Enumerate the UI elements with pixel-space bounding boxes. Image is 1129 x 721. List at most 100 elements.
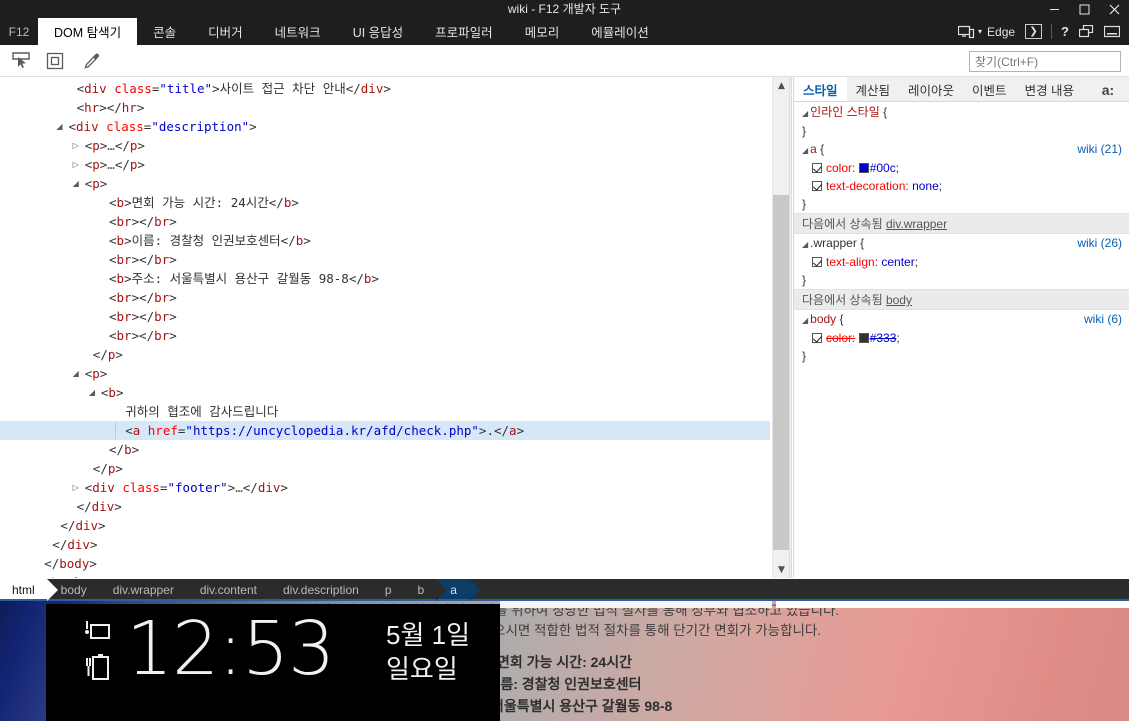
dom-tree-row[interactable]: ◢ <div class="description"> xyxy=(0,117,770,136)
inherited-source-link[interactable]: body xyxy=(886,293,912,307)
breadcrumb-item[interactable]: html xyxy=(0,579,58,601)
dom-tree-row[interactable]: </p> xyxy=(0,345,770,364)
style-rule-header[interactable]: ◢ a {wiki (21) xyxy=(794,140,1129,159)
dom-tree-row[interactable]: </p> xyxy=(0,459,770,478)
pseudo-class-button[interactable]: a: xyxy=(1095,80,1121,100)
tab-ui-responsiveness[interactable]: UI 응답성 xyxy=(337,18,419,45)
expand-arrow-open-icon[interactable]: ◢ xyxy=(71,174,81,193)
browser-target-selector[interactable]: ▾ Edge xyxy=(953,18,1020,45)
style-declaration[interactable]: text-decoration: none; xyxy=(794,177,1129,195)
detach-window-button[interactable] xyxy=(1074,18,1099,45)
dom-tree-row[interactable]: </div> xyxy=(0,516,770,535)
tab-debugger[interactable]: 디버거 xyxy=(192,18,259,45)
dom-tree-row[interactable]: ◢ <b> xyxy=(0,383,770,402)
style-declaration[interactable]: color: #00c; xyxy=(794,159,1129,177)
expand-arrow-open-icon[interactable]: ◢ xyxy=(71,364,81,383)
dom-tree-row[interactable]: ▷ <div class="footer">…</div> xyxy=(0,478,770,497)
maximize-button[interactable] xyxy=(1069,0,1099,18)
search-input[interactable] xyxy=(969,51,1121,72)
style-rule-source[interactable]: wiki (6) xyxy=(1084,310,1122,329)
dom-tree-row[interactable]: <br></br> xyxy=(0,326,770,345)
dom-tree-scrollbar[interactable]: ▲ ▼ xyxy=(772,77,789,578)
minimize-button[interactable] xyxy=(1039,0,1069,18)
panel-splitter[interactable] xyxy=(789,77,792,578)
style-rule-header[interactable]: ◢ 인라인 스타일 { xyxy=(794,103,1129,122)
dom-tree-row[interactable]: <a href="https://uncyclopedia.kr/afd/che… xyxy=(0,421,770,440)
dock-position-button[interactable] xyxy=(1099,18,1125,45)
close-button[interactable] xyxy=(1099,0,1129,18)
help-button[interactable]: ? xyxy=(1056,18,1074,45)
dom-tree-row[interactable]: <br></br> xyxy=(0,250,770,269)
dom-tree-row[interactable]: </b> xyxy=(0,440,770,459)
breadcrumb-item[interactable]: div.content xyxy=(186,579,269,601)
expand-arrow-open-icon[interactable]: ◢ xyxy=(802,316,808,325)
color-picker-button[interactable] xyxy=(78,49,104,73)
dom-tree-row[interactable]: ▷ <p>…</p> xyxy=(0,136,770,155)
tab-emulation[interactable]: 에뮬레이션 xyxy=(575,18,665,45)
dom-tree-row[interactable]: <b>이름: 경찰청 인권보호센터</b> xyxy=(0,231,770,250)
dom-tree-row[interactable]: <div class="title">사이트 접근 차단 안내</div> xyxy=(0,79,770,98)
expand-arrow-open-icon[interactable]: ◢ xyxy=(87,383,97,402)
scroll-down-arrow-icon[interactable]: ▼ xyxy=(773,561,789,578)
tab-memory[interactable]: 메모리 xyxy=(509,18,576,45)
scroll-up-arrow-icon[interactable]: ▲ xyxy=(773,77,789,94)
declaration-checkbox[interactable] xyxy=(812,163,822,173)
tab-profiler[interactable]: 프로파일러 xyxy=(419,18,509,45)
declaration-property-name[interactable]: color: xyxy=(826,331,855,345)
breadcrumb-item[interactable]: div.wrapper xyxy=(99,579,186,601)
scrollbar-thumb[interactable] xyxy=(773,195,789,550)
dom-tree-row[interactable]: </html> xyxy=(0,573,770,578)
declaration-property-name[interactable]: text-decoration: xyxy=(826,179,909,193)
tab-changes[interactable]: 변경 내용 xyxy=(1016,77,1083,101)
breadcrumb-item[interactable]: b xyxy=(404,579,437,601)
dom-tree-row[interactable]: <br></br> xyxy=(0,212,770,231)
highlight-element-button[interactable] xyxy=(42,49,68,73)
tab-network[interactable]: 네트워크 xyxy=(259,18,337,45)
declaration-property-name[interactable]: text-align: xyxy=(826,255,878,269)
style-declaration[interactable]: color: #333; xyxy=(794,329,1129,347)
expand-arrow-open-icon[interactable]: ◢ xyxy=(802,240,808,249)
tab-styles[interactable]: 스타일 xyxy=(794,77,847,101)
dom-tree-row[interactable]: ◢ <p> xyxy=(0,174,770,193)
select-element-button[interactable] xyxy=(8,49,34,73)
dom-tree-row[interactable]: 귀하의 협조에 감사드립니다 xyxy=(0,402,770,421)
breadcrumb-item[interactable]: a xyxy=(436,579,480,601)
declaration-checkbox[interactable] xyxy=(812,257,822,267)
dom-tree-row[interactable]: <br></br> xyxy=(0,288,770,307)
declaration-checkbox[interactable] xyxy=(812,333,822,343)
tab-computed[interactable]: 계산됨 xyxy=(847,77,900,101)
dom-tree-rows[interactable]: <div class="title">사이트 접근 차단 안내</div> <hr… xyxy=(0,77,770,578)
dom-tree-row[interactable]: </body> xyxy=(0,554,770,573)
style-rule-header[interactable]: ◢ .wrapper {wiki (26) xyxy=(794,234,1129,253)
declaration-property-value[interactable]: none xyxy=(912,179,939,193)
dom-tree-row[interactable]: <br></br> xyxy=(0,307,770,326)
breadcrumb-item[interactable]: p xyxy=(371,579,404,601)
dom-tree-row[interactable]: ◢ <p> xyxy=(0,364,770,383)
declaration-checkbox[interactable] xyxy=(812,181,822,191)
dom-tree-row[interactable]: <hr></hr> xyxy=(0,98,770,117)
tab-dom-explorer[interactable]: DOM 탐색기 xyxy=(38,18,138,45)
inherited-source-link[interactable]: div.wrapper xyxy=(886,217,947,231)
console-toggle-button[interactable]: ❯ xyxy=(1020,18,1047,45)
dom-tree-row[interactable]: <b>면회 가능 시간: 24시간</b> xyxy=(0,193,770,212)
tab-events[interactable]: 이벤트 xyxy=(963,77,1016,101)
breadcrumb-item[interactable]: div.description xyxy=(269,579,371,601)
style-rule-source[interactable]: wiki (21) xyxy=(1077,140,1122,159)
dom-tree-row[interactable]: </div> xyxy=(0,535,770,554)
declaration-property-name[interactable]: color: xyxy=(826,161,855,175)
expand-arrow-open-icon[interactable]: ◢ xyxy=(802,109,808,118)
tab-layout[interactable]: 레이아웃 xyxy=(899,77,963,101)
expand-arrow-closed-icon[interactable]: ▷ xyxy=(71,136,81,155)
tab-console[interactable]: 콘솔 xyxy=(137,18,192,45)
expand-arrow-closed-icon[interactable]: ▷ xyxy=(71,478,81,497)
expand-arrow-closed-icon[interactable]: ▷ xyxy=(71,155,81,174)
dom-tree-row[interactable]: </div> xyxy=(0,497,770,516)
color-swatch[interactable] xyxy=(858,333,869,343)
declaration-property-value[interactable]: #333 xyxy=(870,331,897,345)
color-swatch[interactable] xyxy=(858,163,869,173)
dom-tree-row[interactable]: ▷ <p>…</p> xyxy=(0,155,770,174)
style-rule-source[interactable]: wiki (26) xyxy=(1077,234,1122,253)
expand-arrow-open-icon[interactable]: ◢ xyxy=(55,117,65,136)
declaration-property-value[interactable]: #00c xyxy=(870,161,896,175)
style-rule-header[interactable]: ◢ body {wiki (6) xyxy=(794,310,1129,329)
